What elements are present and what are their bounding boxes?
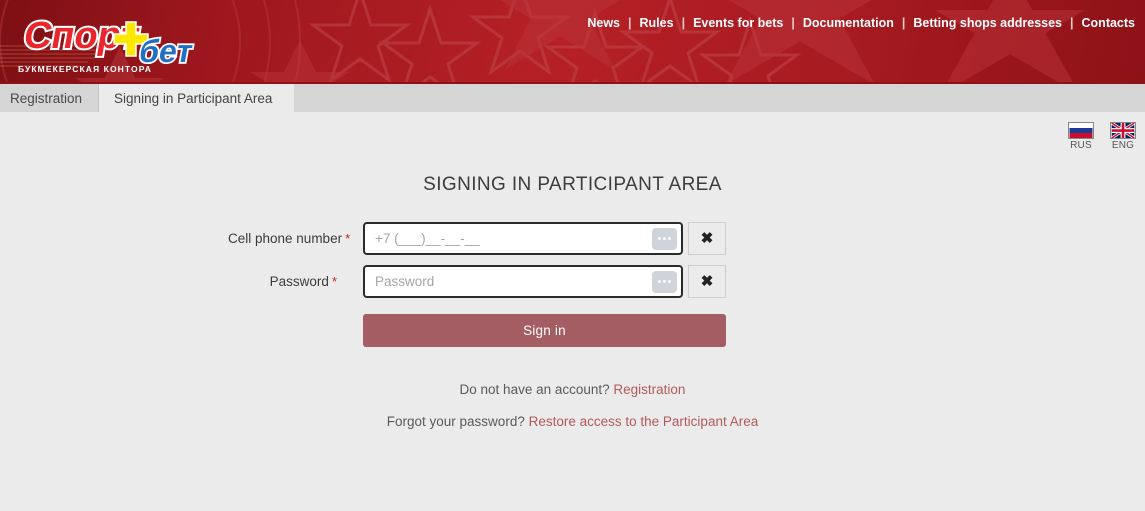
- tab-signing-in-participant-area-label: Signing in Participant Area: [114, 90, 273, 106]
- form-row-phone: Cell phone number* ✖: [0, 222, 1145, 255]
- no-account-text: Do not have an account?: [459, 382, 610, 397]
- site-logo[interactable]: Спорт бет БУКМЕКЕРСКАЯ КОНТОРА: [8, 4, 203, 76]
- nav-item-documentation[interactable]: Documentation: [802, 16, 895, 30]
- tab-bar: Registration Signing in Participant Area: [0, 84, 1145, 112]
- sign-in-button[interactable]: Sign in: [363, 314, 726, 347]
- nav-item-contacts[interactable]: Contacts: [1081, 16, 1136, 30]
- nav-separator: |: [681, 16, 686, 30]
- language-label-rus: RUS: [1070, 140, 1092, 151]
- password-input-wrapper: [363, 265, 683, 298]
- submit-row: Sign in: [0, 314, 1145, 347]
- nav-item-news[interactable]: News: [586, 16, 621, 30]
- language-switcher: RUS ENG: [1067, 122, 1137, 151]
- nav-item-rules[interactable]: Rules: [639, 16, 675, 30]
- nav-item-events-for-bets[interactable]: Events for bets: [692, 16, 784, 30]
- main-content: SIGNING IN PARTICIPANT AREA Cell phone n…: [0, 112, 1145, 429]
- signin-form: Cell phone number* ✖ Password*: [0, 222, 1145, 347]
- submit-spacer: [228, 314, 363, 347]
- form-row-password: Password * ✖: [0, 265, 1145, 298]
- nav-separator: |: [791, 16, 795, 30]
- ellipsis-icon[interactable]: [652, 227, 677, 250]
- flag-russia-icon: [1068, 122, 1094, 139]
- site-header: Спорт бет БУКМЕКЕРСКАЯ КОНТОРА News | Ru…: [0, 0, 1145, 84]
- nav-separator: |: [628, 16, 632, 30]
- clear-cell-phone-number-button[interactable]: ✖: [688, 222, 726, 255]
- logo-graphic: Спорт бет БУКМЕКЕРСКАЯ КОНТОРА: [18, 12, 197, 74]
- language-label-eng: ENG: [1111, 140, 1135, 151]
- tab-registration[interactable]: Registration: [0, 84, 100, 112]
- close-icon: ✖: [700, 230, 714, 247]
- registration-link[interactable]: Registration: [613, 382, 685, 397]
- cell-phone-number-input[interactable]: [365, 224, 652, 253]
- required-marker: *: [331, 274, 337, 289]
- main-navigation: News | Rules | Events for bets | Documen…: [586, 16, 1136, 30]
- label-cell-phone-number-text: Cell phone number: [228, 231, 343, 246]
- tab-signing-in-participant-area[interactable]: Signing in Participant Area: [99, 84, 295, 112]
- flag-uk-icon: [1110, 122, 1136, 139]
- label-password-text: Password: [269, 274, 329, 289]
- language-option-eng[interactable]: ENG: [1109, 122, 1137, 151]
- tab-registration-label: Registration: [10, 90, 83, 106]
- forgot-password-line: Forgot your password? Restore access to …: [0, 414, 1145, 429]
- language-option-rus[interactable]: RUS: [1067, 122, 1095, 151]
- clear-password-button[interactable]: ✖: [688, 265, 726, 298]
- label-password: Password *: [228, 274, 363, 289]
- no-account-line: Do not have an account? Registration: [0, 382, 1145, 397]
- label-cell-phone-number: Cell phone number *: [228, 231, 363, 246]
- ellipsis-icon[interactable]: [652, 270, 677, 293]
- close-icon: ✖: [700, 273, 714, 290]
- logo-tagline: БУКМЕКЕРСКАЯ КОНТОРА: [18, 64, 152, 74]
- page-title: SIGNING IN PARTICIPANT AREA: [423, 174, 722, 195]
- nav-separator: |: [1070, 16, 1074, 30]
- restore-access-link[interactable]: Restore access to the Participant Area: [529, 414, 759, 429]
- password-input[interactable]: [365, 267, 652, 296]
- required-marker: *: [345, 231, 351, 246]
- nav-item-betting-shops-addresses[interactable]: Betting shops addresses: [912, 16, 1063, 30]
- cell-phone-number-input-wrapper: [363, 222, 683, 255]
- forgot-password-text: Forgot your password?: [386, 414, 525, 429]
- footer-links: Do not have an account? Registration For…: [0, 382, 1145, 429]
- nav-separator: |: [901, 16, 906, 30]
